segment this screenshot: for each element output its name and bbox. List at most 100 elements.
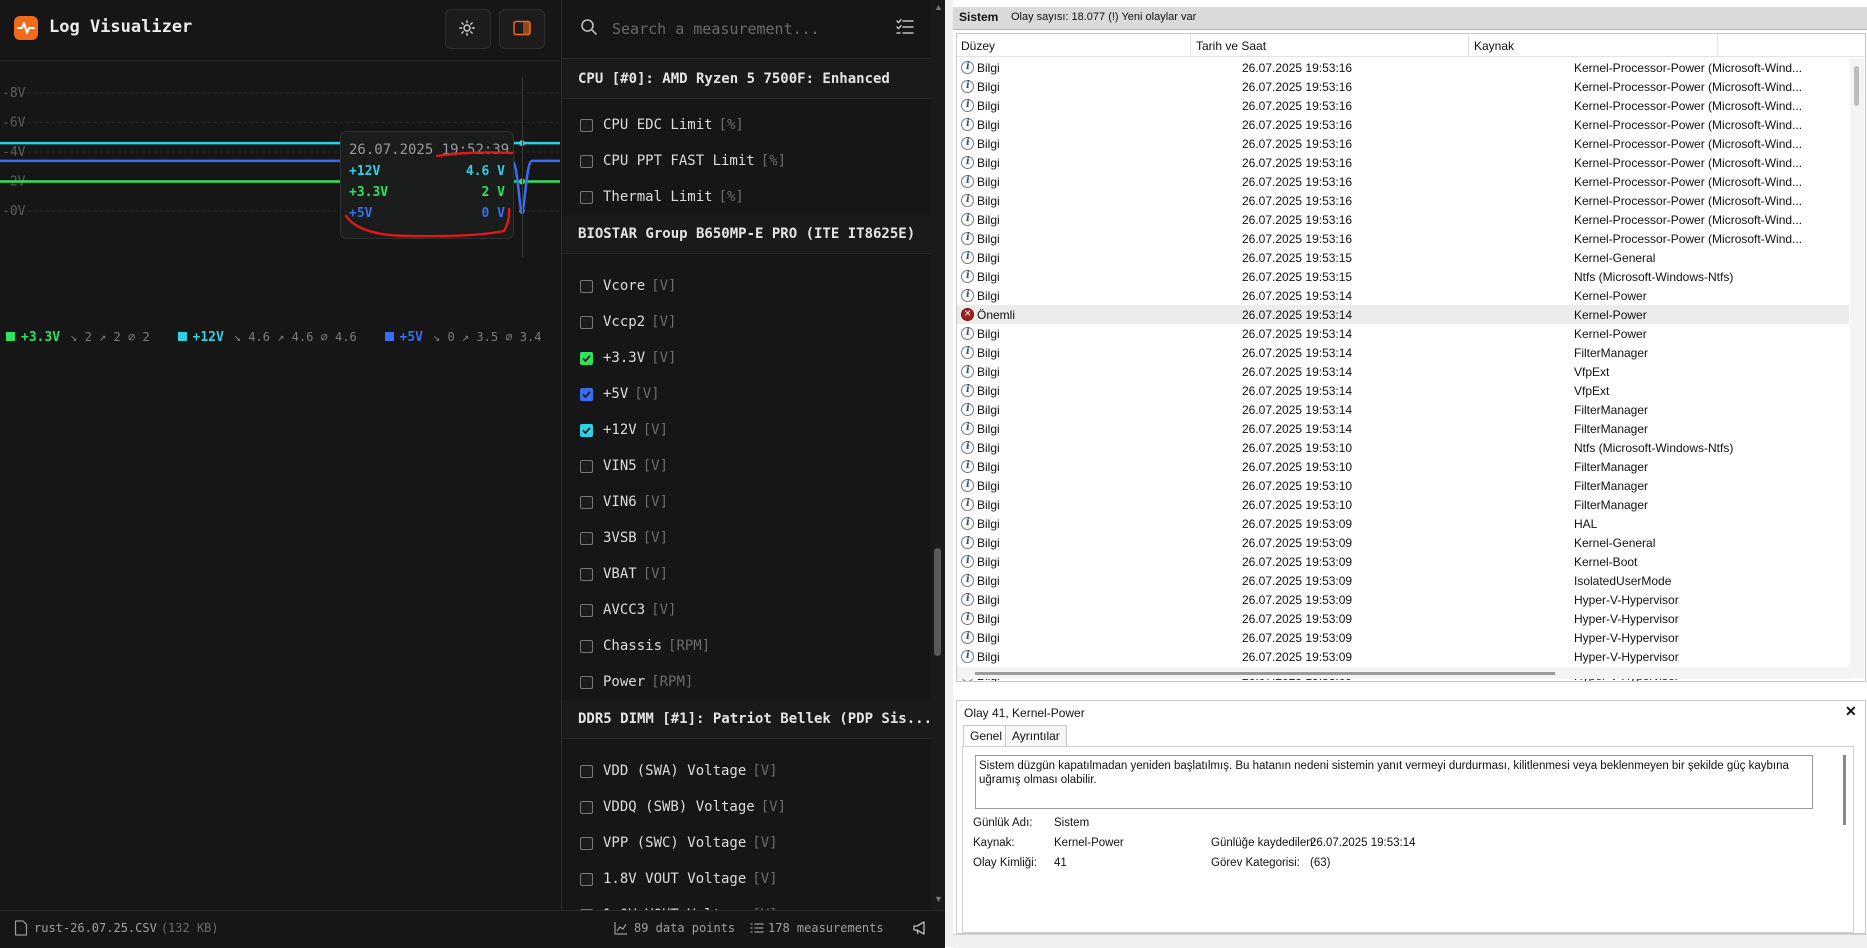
measurement-item[interactable]: VIN5 [V] (562, 448, 932, 484)
checkbox[interactable] (580, 460, 593, 473)
checkbox-checked[interactable] (580, 424, 593, 437)
theme-toggle-button[interactable] (445, 9, 491, 49)
scroll-up-arrow-icon[interactable]: ▲ (934, 2, 943, 12)
checkbox[interactable] (580, 532, 593, 545)
measurement-item[interactable]: +5V [V] (562, 376, 932, 412)
measurement-item[interactable]: VBAT [V] (562, 556, 932, 592)
checkbox[interactable] (580, 765, 593, 778)
measurement-item[interactable]: VIN6 [V] (562, 484, 932, 520)
measurement-item[interactable]: 1.0V VOUT Voltage[V] (562, 897, 932, 910)
event-row[interactable]: Bilgi 26.07.2025 19:53:15 Ntfs (Microsoft-… (957, 267, 1849, 286)
event-row[interactable]: Önemli 26.07.2025 19:53:14 Kernel-Power (957, 305, 1849, 324)
checkbox[interactable] (580, 801, 593, 814)
tab-general[interactable]: Genel (963, 725, 1010, 747)
checkbox[interactable] (580, 119, 593, 132)
group-header[interactable]: BIOSTAR Group B650MP-E PRO (ITE IT8625E) (562, 215, 932, 254)
group-header[interactable]: CPU [#0]: AMD Ryzen 5 7500F: Enhanced (562, 60, 932, 99)
checkbox-checked[interactable] (580, 352, 593, 365)
measurement-item[interactable]: AVCC3 [V] (562, 592, 932, 628)
panel-toggle-button[interactable] (499, 9, 545, 49)
scrollbar-thumb[interactable] (1854, 66, 1859, 106)
event-row[interactable]: Bilgi 26.07.2025 19:53:10 FilterManager (957, 495, 1849, 514)
event-row[interactable]: Bilgi 26.07.2025 19:53:16 Kernel-Processor… (957, 115, 1849, 134)
event-row[interactable]: Bilgi 26.07.2025 19:53:09 Hyper-V-Hypervis… (957, 647, 1849, 666)
measurement-item[interactable]: VDDQ (SWB) Voltage [V] (562, 789, 932, 825)
checkbox[interactable] (580, 837, 593, 850)
event-row[interactable]: Bilgi 26.07.2025 19:53:09 Hyper-V-Hypervis… (957, 609, 1849, 628)
event-row[interactable]: Bilgi 26.07.2025 19:53:15 Kernel-General (957, 248, 1849, 267)
measurement-item[interactable]: Vccp2 [V] (562, 304, 932, 340)
measurement-item[interactable]: VPP (SWC) Voltage [V] (562, 825, 932, 861)
group-header[interactable]: DDR5 DIMM [#1]: Patriot Bellek (PDP Sis.… (562, 700, 932, 739)
measurement-item[interactable]: 3VSB [V] (562, 520, 932, 556)
checkbox[interactable] (580, 568, 593, 581)
event-row[interactable]: Bilgi 26.07.2025 19:53:14 FilterManager (957, 400, 1849, 419)
event-row[interactable]: Bilgi 26.07.2025 19:53:10 FilterManager (957, 457, 1849, 476)
measurement-item[interactable]: 1.8V VOUT Voltage [V] (562, 861, 932, 897)
measurement-item[interactable]: VDD (SWA) Voltage [V] (562, 753, 932, 789)
scroll-down-arrow-icon[interactable]: ▼ (934, 894, 943, 904)
scrollbar-thumb[interactable] (934, 548, 941, 656)
event-row[interactable]: Bilgi 26.07.2025 19:53:09 Hyper-V-Hypervis… (957, 628, 1849, 647)
event-row[interactable]: Bilgi 26.07.2025 19:53:14 FilterManager (957, 419, 1849, 438)
event-row[interactable]: Bilgi 26.07.2025 19:53:09 Kernel-Boot (957, 552, 1849, 571)
event-row[interactable]: Bilgi 26.07.2025 19:53:14 Kernel-Power (957, 286, 1849, 305)
event-message[interactable]: Sistem düzgün kapatılmadan yeniden başla… (975, 755, 1813, 809)
checkbox[interactable] (580, 676, 593, 689)
detail-scrollbar[interactable] (1843, 755, 1846, 825)
event-row[interactable]: Bilgi 26.07.2025 19:53:09 Hyper-V-Hypervis… (957, 590, 1849, 609)
event-list-hscroll[interactable] (957, 667, 1850, 679)
checkbox-checked[interactable] (580, 388, 593, 401)
tab-details[interactable]: Ayrıntılar (1005, 725, 1067, 747)
event-row[interactable]: Bilgi 26.07.2025 19:53:16 Kernel-Processor… (957, 172, 1849, 191)
event-row[interactable]: Bilgi 26.07.2025 19:53:16 Kernel-Processor… (957, 210, 1849, 229)
checkbox[interactable] (580, 604, 593, 617)
event-row[interactable]: Bilgi 26.07.2025 19:53:16 Kernel-Processor… (957, 77, 1849, 96)
event-row[interactable]: Bilgi 26.07.2025 19:53:14 FilterManager (957, 343, 1849, 362)
event-row[interactable]: Bilgi 26.07.2025 19:53:16 Kernel-Processor… (957, 153, 1849, 172)
event-row[interactable]: Bilgi 26.07.2025 19:53:14 VfpExt (957, 381, 1849, 400)
event-row[interactable]: Bilgi 26.07.2025 19:53:10 Ntfs (Microsoft-… (957, 438, 1849, 457)
close-icon[interactable]: ✕ (1845, 703, 1857, 720)
list-filter-icon[interactable] (896, 19, 914, 35)
event-list-vscroll[interactable] (1850, 58, 1864, 678)
column-header-level[interactable]: Düzey (961, 39, 995, 53)
checkbox[interactable] (580, 316, 593, 329)
megaphone-icon[interactable] (912, 920, 930, 936)
checkbox[interactable] (580, 280, 593, 293)
event-row[interactable]: Bilgi 26.07.2025 19:53:16 Kernel-Processor… (957, 58, 1849, 77)
legend-item-12v[interactable]: +12V ↘ 4.6 ↗ 4.6 ⌀ 4.6 (177, 330, 377, 345)
event-row[interactable]: Bilgi 26.07.2025 19:53:10 FilterManager (957, 476, 1849, 495)
checkbox[interactable] (580, 873, 593, 886)
measurement-item[interactable]: CPU EDC Limit [%] (562, 107, 932, 143)
legend-item-5v[interactable]: +5V ↘ 0 ↗ 3.5 ⌀ 3.4 (384, 330, 562, 345)
measurement-item[interactable]: Thermal Limit [%] (562, 179, 932, 215)
column-separator[interactable] (1468, 34, 1469, 56)
chart-area[interactable]: -8V -6V -4V -2V -0V 26.07.2025 19:52:39 +12V… (0, 61, 560, 901)
checkbox[interactable] (580, 496, 593, 509)
checkbox[interactable] (580, 155, 593, 168)
column-header-datetime[interactable]: Tarih ve Saat (1196, 39, 1266, 53)
measurement-item[interactable]: Chassis [RPM] (562, 628, 932, 664)
legend-item-3v3[interactable]: +3.3V ↘ 2 ↗ 2 ⌀ 2 (6, 330, 170, 345)
event-row[interactable]: Bilgi 26.07.2025 19:53:14 VfpExt (957, 362, 1849, 381)
measurement-item[interactable]: +3.3V [V] (562, 340, 932, 376)
measurement-item[interactable]: Vcore [V] (562, 268, 932, 304)
event-row[interactable]: Bilgi 26.07.2025 19:53:09 IsolatedUserMode (957, 571, 1849, 590)
event-row[interactable]: Bilgi 26.07.2025 19:53:09 Kernel-General (957, 533, 1849, 552)
measurement-item[interactable]: Power [RPM] (562, 664, 932, 700)
column-separator[interactable] (1190, 34, 1191, 56)
measurement-item[interactable]: CPU PPT FAST Limit [%] (562, 143, 932, 179)
column-separator[interactable] (1717, 34, 1718, 56)
scrollbar-thumb[interactable] (975, 672, 1555, 675)
event-row[interactable]: Bilgi 26.07.2025 19:53:16 Kernel-Processor… (957, 134, 1849, 153)
panel-scrollbar[interactable]: ▲ ▼ (931, 0, 945, 910)
column-header-source[interactable]: Kaynak (1474, 39, 1514, 53)
event-row[interactable]: Bilgi 26.07.2025 19:53:16 Kernel-Processor… (957, 96, 1849, 115)
checkbox[interactable] (580, 640, 593, 653)
measurement-item[interactable]: +12V [V] (562, 412, 932, 448)
event-row[interactable]: Bilgi 26.07.2025 19:53:16 Kernel-Processor… (957, 229, 1849, 248)
search-input[interactable] (610, 16, 864, 42)
checkbox[interactable] (580, 191, 593, 204)
event-row[interactable]: Bilgi 26.07.2025 19:53:16 Kernel-Processor… (957, 191, 1849, 210)
